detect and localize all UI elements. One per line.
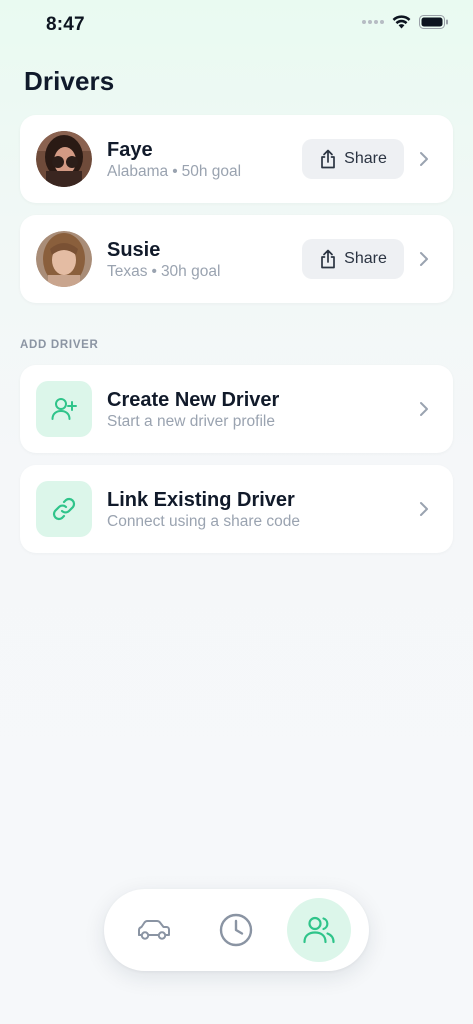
battery-icon [419,15,448,29]
tab-drivers[interactable] [287,898,351,962]
share-label: Share [344,150,387,167]
status-bar: 8:47 [0,0,473,50]
row-title: Create New Driver [107,389,280,411]
share-icon [321,249,335,269]
car-icon [138,920,170,940]
driver-name: Susie [107,239,161,261]
clock-icon [219,913,253,947]
users-icon [303,916,335,944]
row-title: Link Existing Driver [107,489,295,511]
status-time: 8:47 [46,14,85,35]
section-label-add-driver: ADD DRIVER [20,339,99,351]
driver-card-faye[interactable]: Faye Alabama • 50h goal Share [20,115,453,203]
user-plus-icon [36,381,92,437]
share-button[interactable]: Share [302,139,404,179]
driver-name: Faye [107,139,153,161]
driver-details: Alabama • 50h goal [107,163,241,181]
share-icon [321,149,335,169]
chevron-right-icon [420,252,428,266]
driver-goal: 30h goal [160,263,221,280]
driver-goal: 50h goal [181,163,242,180]
avatar [36,131,92,187]
separator-dot: • [151,263,157,280]
row-subtitle: Start a new driver profile [107,413,275,430]
share-button[interactable]: Share [302,239,404,279]
create-new-driver-row[interactable]: Create New Driver Start a new driver pro… [20,365,453,453]
driver-state: Alabama [107,163,169,180]
share-label: Share [344,250,387,267]
chevron-right-icon [420,402,428,416]
driver-state: Texas [107,263,148,280]
tab-history[interactable] [204,898,268,962]
chevron-right-icon [420,152,428,166]
avatar [36,231,92,287]
tab-bar [104,889,369,971]
wifi-icon [392,15,411,29]
driver-card-susie[interactable]: Susie Texas • 30h goal Share [20,215,453,303]
tab-drives[interactable] [122,898,186,962]
link-icon [36,481,92,537]
row-subtitle: Connect using a share code [107,513,301,530]
status-icons [362,15,449,29]
chevron-right-icon [420,502,428,516]
separator-dot: • [172,163,178,180]
signal-dots-icon [362,20,384,24]
link-existing-driver-row[interactable]: Link Existing Driver Connect using a sha… [20,465,453,553]
page-title: Drivers [24,66,115,96]
driver-details: Texas • 30h goal [107,263,220,281]
